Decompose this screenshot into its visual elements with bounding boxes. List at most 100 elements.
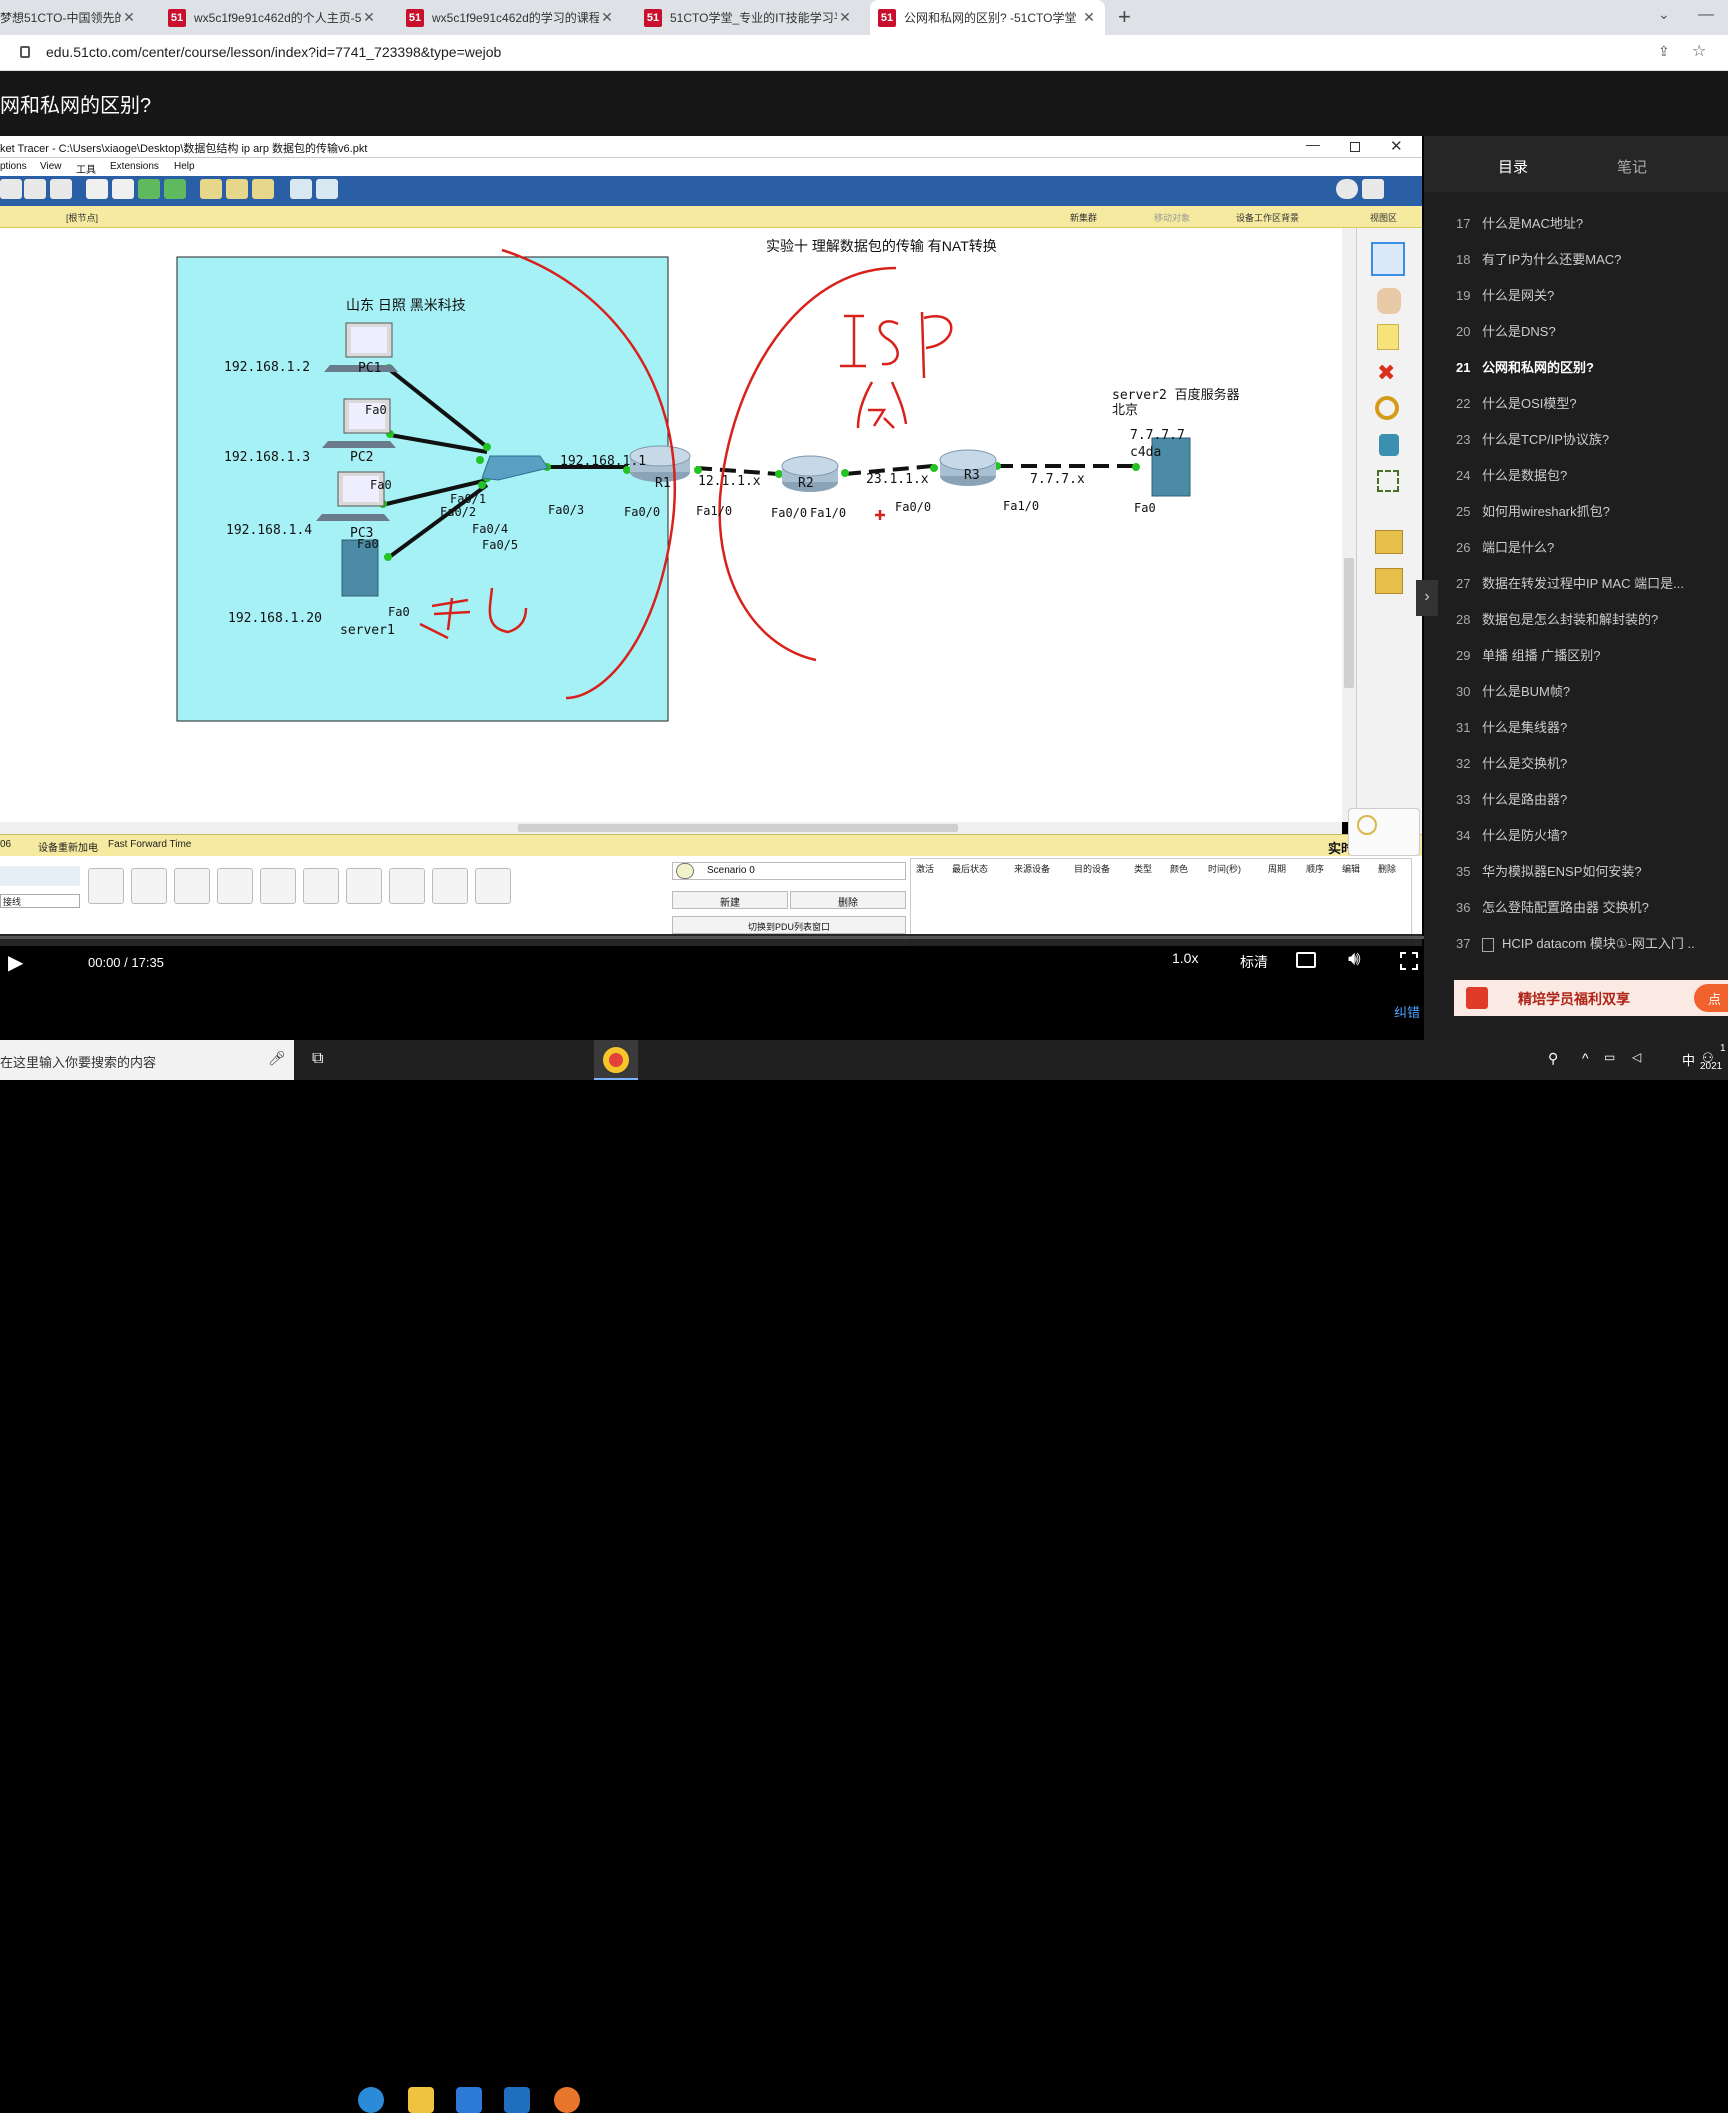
report-error-link[interactable]: 纠错 bbox=[1394, 1002, 1420, 1021]
lesson-item[interactable]: 28 数据包是怎么封装和解封装的? bbox=[1456, 609, 1696, 628]
mail-icon[interactable] bbox=[456, 2087, 482, 2113]
lesson-item[interactable]: 33 什么是路由器? bbox=[1456, 789, 1696, 808]
select-tool-icon[interactable] bbox=[1371, 242, 1405, 276]
menu-view[interactable]: View bbox=[40, 161, 62, 172]
custom-device-icon[interactable] bbox=[316, 179, 338, 199]
lesson-item[interactable]: 20 什么是DNS? bbox=[1456, 321, 1696, 340]
browser-tab-4[interactable]: 51 51CTO学堂_专业的IT技能学习平 ✕ bbox=[636, 0, 861, 35]
scenario-select[interactable]: Scenario 0 bbox=[672, 862, 906, 880]
lesson-item[interactable]: 22 什么是OSI模型? bbox=[1456, 393, 1696, 412]
connection-crossover-icon[interactable] bbox=[217, 868, 253, 904]
save-icon[interactable] bbox=[0, 179, 22, 199]
lesson-item[interactable]: 29 单播 组播 广播区别? bbox=[1456, 645, 1696, 664]
close-icon[interactable]: ✕ bbox=[121, 9, 137, 26]
browser-tab-1[interactable]: 梦想51CTO-中国领先的 ✕ bbox=[0, 0, 145, 35]
new-cluster-button[interactable]: 新集群 bbox=[1070, 211, 1097, 224]
people-icon[interactable]: ⚲ bbox=[1548, 1050, 1558, 1067]
lesson-item[interactable]: 34 什么是防火墙? bbox=[1456, 825, 1696, 844]
lesson-item[interactable]: 23 什么是TCP/IP协议族? bbox=[1456, 429, 1696, 448]
note-icon[interactable] bbox=[1377, 324, 1399, 350]
print-icon[interactable] bbox=[24, 179, 46, 199]
move-object-button[interactable]: 移动对象 bbox=[1154, 211, 1190, 224]
hand-move-icon[interactable] bbox=[1377, 288, 1401, 314]
chevron-down-icon[interactable]: ⌄ bbox=[1658, 6, 1670, 23]
close-icon[interactable]: ✕ bbox=[361, 9, 377, 26]
task-view-icon[interactable]: ⧉ bbox=[312, 1050, 323, 1068]
delete-icon[interactable]: ✖ bbox=[1377, 360, 1395, 386]
playback-speed-button[interactable]: 1.0x bbox=[1172, 950, 1198, 966]
new-scenario-button[interactable]: 新建 bbox=[672, 891, 788, 909]
play-icon[interactable]: ▶ bbox=[8, 950, 23, 975]
firefox-icon[interactable] bbox=[554, 2087, 580, 2113]
add-simple-pdu-icon[interactable] bbox=[1375, 530, 1403, 554]
menu-options[interactable]: ptions bbox=[0, 161, 27, 172]
lesson-item[interactable]: 17 什么是MAC地址? bbox=[1456, 213, 1696, 232]
viewport-button[interactable]: 视图区 bbox=[1370, 211, 1397, 224]
realtime-mode-toggle[interactable] bbox=[1348, 808, 1420, 856]
lesson-item[interactable]: 18 有了IP为什么还要MAC? bbox=[1456, 249, 1696, 268]
lesson-item-current[interactable]: 21 公网和私网的区别? bbox=[1456, 357, 1696, 376]
power-cycle-button[interactable]: 设备重新加电 bbox=[38, 839, 98, 854]
picture-in-picture-icon[interactable] bbox=[1296, 952, 1316, 968]
draw-shape-icon[interactable] bbox=[1379, 434, 1399, 456]
lesson-item[interactable]: 25 如何用wireshark抓包? bbox=[1456, 501, 1696, 520]
toggle-pdu-list-button[interactable]: 切换到PDU列表窗口 bbox=[672, 916, 906, 934]
maximize-icon[interactable] bbox=[1350, 142, 1360, 152]
add-complex-pdu-icon[interactable] bbox=[1375, 568, 1403, 594]
close-icon[interactable]: ✕ bbox=[1081, 9, 1097, 26]
browser-tab-2[interactable]: 51 wx5c1f9e91c462d的个人主页-5 ✕ bbox=[160, 0, 385, 35]
menu-extensions[interactable]: Extensions bbox=[110, 161, 159, 172]
undo-icon[interactable] bbox=[138, 179, 160, 199]
volume-icon[interactable]: 🔊︎ bbox=[1348, 948, 1361, 971]
redo-icon[interactable] bbox=[164, 179, 186, 199]
browser-tab-active[interactable]: 51 公网和私网的区别? -51CTO学堂 ✕ bbox=[870, 0, 1105, 35]
minimize-icon[interactable]: — bbox=[1306, 136, 1320, 152]
close-icon[interactable]: ✕ bbox=[599, 9, 615, 26]
connection-straight-icon[interactable] bbox=[174, 868, 210, 904]
url-field[interactable]: edu.51cto.com/center/course/lesson/index… bbox=[46, 44, 501, 60]
share-icon[interactable]: ⇪ bbox=[1658, 43, 1670, 60]
menu-tools[interactable]: 工具 bbox=[76, 161, 96, 176]
connection-phone-icon[interactable] bbox=[303, 868, 339, 904]
promo-button[interactable]: 点 bbox=[1694, 984, 1728, 1012]
menu-help[interactable]: Help bbox=[174, 161, 195, 172]
scrollbar-thumb[interactable] bbox=[1344, 558, 1354, 688]
lesson-item[interactable]: 30 什么是BUM帧? bbox=[1456, 681, 1696, 700]
resize-shape-icon[interactable] bbox=[1377, 470, 1399, 492]
connection-fiber-icon[interactable] bbox=[260, 868, 296, 904]
close-icon[interactable]: ✕ bbox=[1390, 137, 1403, 155]
taskbar-search-box[interactable]: 在这里输入你要搜索的内容 🎤︎ bbox=[0, 1040, 294, 1080]
promo-banner[interactable]: 精培学员福利双享 点 bbox=[1454, 980, 1728, 1016]
connection-auto-icon[interactable] bbox=[88, 868, 124, 904]
quality-button[interactable]: 标清 bbox=[1240, 952, 1268, 972]
horizontal-scrollbar[interactable] bbox=[0, 822, 1342, 834]
tab-notes[interactable]: 笔记 bbox=[1617, 156, 1647, 177]
lesson-item[interactable]: 32 什么是交换机? bbox=[1456, 753, 1696, 772]
edge-browser-icon[interactable] bbox=[358, 2087, 384, 2113]
root-node-link[interactable]: [根节点] bbox=[66, 211, 98, 224]
connection-serial-dte-icon[interactable] bbox=[432, 868, 468, 904]
minimize-icon[interactable]: — bbox=[1698, 6, 1714, 24]
bookmark-star-icon[interactable]: ☆ bbox=[1692, 41, 1706, 61]
palette-icon[interactable] bbox=[290, 179, 312, 199]
lesson-item[interactable]: 35 华为模拟器ENSP如何安装? bbox=[1456, 861, 1696, 880]
zoom-out-icon[interactable] bbox=[252, 179, 274, 199]
delete-scenario-button[interactable]: 删除 bbox=[790, 891, 906, 909]
scrollbar-thumb[interactable] bbox=[518, 824, 958, 832]
lesson-item[interactable]: 37 HCIP datacom 模块①-网工入门 ... bbox=[1456, 933, 1696, 952]
ime-indicator[interactable]: 中 bbox=[1682, 1050, 1695, 1069]
tab-catalog[interactable]: 目录 bbox=[1498, 156, 1528, 177]
browser-tab-3[interactable]: 51 wx5c1f9e91c462d的学习的课程 ✕ bbox=[398, 0, 623, 35]
paste-icon[interactable] bbox=[112, 179, 134, 199]
connection-coax-icon[interactable] bbox=[346, 868, 382, 904]
close-icon[interactable]: ✕ bbox=[837, 9, 853, 26]
help-icon[interactable] bbox=[1362, 179, 1384, 199]
chevron-up-icon[interactable]: ^ bbox=[1582, 1050, 1589, 1066]
inspect-magnifier-icon[interactable] bbox=[1375, 396, 1399, 420]
copy-icon[interactable] bbox=[86, 179, 108, 199]
lesson-item[interactable]: 36 怎么登陆配置路由器 交换机? bbox=[1456, 897, 1696, 916]
edit-icon[interactable] bbox=[50, 179, 72, 199]
fast-forward-button[interactable]: Fast Forward Time bbox=[108, 839, 191, 850]
zoom-in-icon[interactable] bbox=[200, 179, 222, 199]
network-icon[interactable]: ▭ bbox=[1604, 1050, 1615, 1064]
